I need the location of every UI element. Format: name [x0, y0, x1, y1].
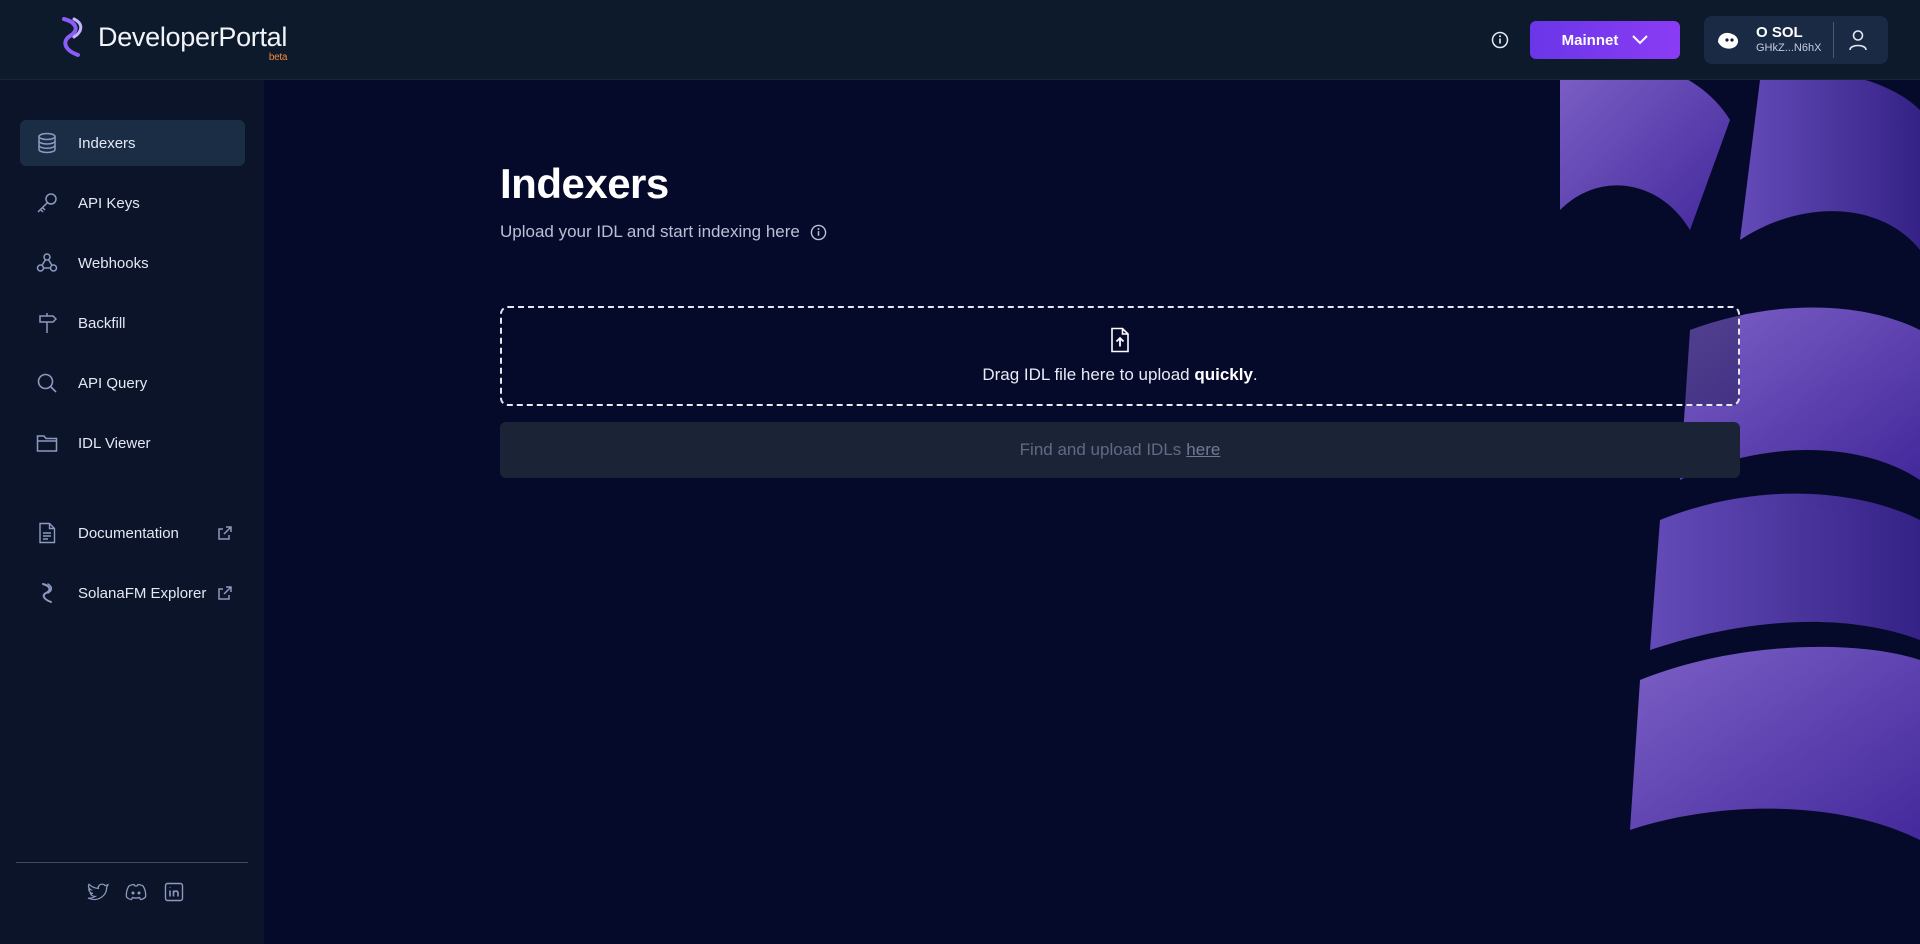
chevron-down-icon — [1632, 35, 1649, 45]
twitter-icon[interactable] — [86, 880, 110, 904]
sidebar-item-label: Backfill — [78, 314, 126, 332]
sidebar: Indexers API Keys Webhooks Backfill API … — [0, 80, 264, 944]
page-title: Indexers — [500, 160, 669, 207]
dropzone-text-main: Drag IDL file here to upload — [982, 365, 1195, 384]
find-idls-text: Find and upload IDLs — [1019, 440, 1182, 459]
webhook-icon — [36, 252, 58, 274]
linkedin-icon[interactable] — [162, 880, 186, 904]
sidebar-item-label: API Keys — [78, 194, 140, 212]
key-icon — [36, 192, 58, 214]
sidebar-item-label: Documentation — [78, 524, 179, 542]
beta-badge: beta — [268, 51, 288, 63]
external-link-icon — [218, 586, 232, 600]
sidebar-divider — [16, 862, 248, 863]
solanafm-logo-icon — [62, 17, 83, 57]
wallet-balance: O SOL — [1756, 24, 1803, 42]
sidebar-link-solanafm-explorer[interactable]: SolanaFM Explorer — [20, 570, 245, 616]
sidebar-item-idl-viewer[interactable]: IDL Viewer — [20, 420, 245, 466]
info-icon[interactable] — [810, 224, 827, 241]
main-content: Indexers Upload your IDL and start index… — [500, 160, 1740, 478]
idl-dropzone[interactable]: Drag IDL file here to upload quickly. — [500, 306, 1740, 406]
wallet-panel[interactable]: O SOL GHkZ...N6hX — [1704, 16, 1888, 64]
sidebar-item-api-query[interactable]: API Query — [20, 360, 245, 406]
wallet-address: GHkZ...N6hX — [1756, 42, 1822, 55]
find-idls-bar: Find and upload IDLs here — [500, 422, 1740, 478]
sidebar-nav: Indexers API Keys Webhooks Backfill API … — [20, 120, 245, 630]
search-icon — [36, 372, 58, 394]
social-links — [86, 880, 186, 904]
external-link-icon — [218, 526, 232, 540]
sidebar-item-webhooks[interactable]: Webhooks — [20, 240, 245, 286]
dropzone-text-end: . — [1252, 365, 1258, 384]
sidebar-item-label: IDL Viewer — [78, 434, 151, 452]
sidebar-item-label: Indexers — [78, 134, 136, 152]
page-subtitle: Upload your IDL and start indexing here — [500, 222, 1740, 242]
network-label: Mainnet — [1561, 31, 1619, 49]
dropzone-text-bold: quickly — [1194, 365, 1253, 384]
top-right-controls: Mainnet O SOL GHkZ...N6hX — [1490, 16, 1888, 64]
sidebar-item-indexers[interactable]: Indexers — [20, 120, 245, 166]
top-bar: DeveloperPortal beta Mainnet O SOL GHkZ.… — [0, 0, 1920, 80]
logo-title: DeveloperPortal — [98, 21, 288, 52]
subtitle-text: Upload your IDL and start indexing here — [500, 222, 800, 241]
sidebar-item-label: API Query — [78, 374, 148, 392]
sidebar-item-backfill[interactable]: Backfill — [20, 300, 245, 346]
discord-icon[interactable] — [124, 880, 148, 904]
wallet-avatar-icon — [1718, 32, 1739, 49]
find-idls-link[interactable]: here — [1186, 440, 1220, 460]
sidebar-item-label: Webhooks — [78, 254, 149, 272]
sidebar-link-documentation[interactable]: Documentation — [20, 510, 245, 556]
logo[interactable]: DeveloperPortal beta — [56, 16, 288, 63]
folder-icon — [36, 432, 58, 454]
database-icon — [36, 132, 58, 154]
solanafm-icon — [36, 582, 58, 604]
sidebar-item-api-keys[interactable]: API Keys — [20, 180, 245, 226]
dropzone-text: Drag IDL file here to upload quickly. — [982, 365, 1257, 385]
wallet-info: O SOL GHkZ...N6hX — [1756, 24, 1821, 55]
signpost-icon — [36, 312, 58, 334]
logo-text: DeveloperPortal beta — [98, 21, 288, 63]
file-upload-icon — [1111, 327, 1129, 353]
document-icon — [36, 522, 58, 544]
wallet-divider — [1833, 22, 1835, 58]
app-root: DeveloperPortal beta Mainnet O SOL GHkZ.… — [0, 0, 1920, 944]
sidebar-item-label: SolanaFM Explorer — [78, 584, 207, 602]
info-icon[interactable] — [1490, 30, 1510, 50]
user-icon[interactable] — [1844, 26, 1872, 54]
network-selector[interactable]: Mainnet — [1530, 21, 1680, 59]
